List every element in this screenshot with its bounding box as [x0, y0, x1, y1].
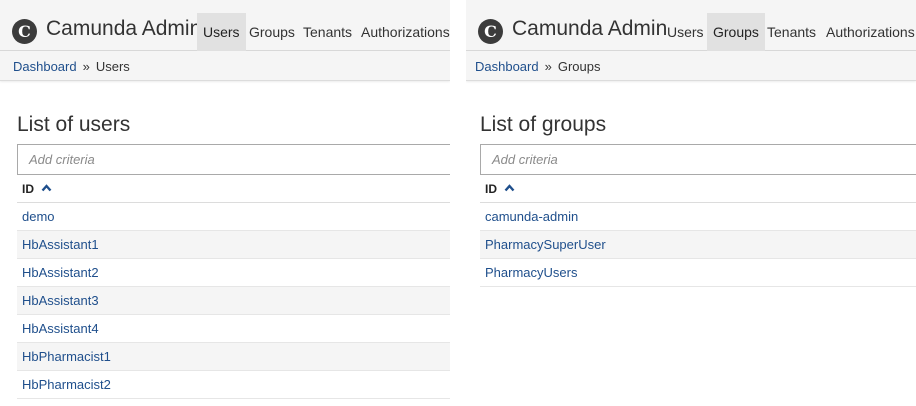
- row-id-link[interactable]: HbAssistant2: [22, 265, 99, 280]
- breadcrumb: Dashboard » Groups: [475, 59, 600, 74]
- chevron-up-icon[interactable]: [41, 184, 52, 192]
- breadcrumb-bar: Dashboard » Users: [0, 51, 450, 81]
- navbar: C Camunda Admin Users Groups Tenants Aut…: [466, 0, 916, 51]
- row-id-link[interactable]: PharmacyUsers: [485, 265, 577, 280]
- row-id-link[interactable]: HbPharmacist1: [22, 349, 111, 364]
- breadcrumb: Dashboard » Users: [13, 59, 130, 74]
- table-row: PharmacyUsers: [480, 259, 916, 287]
- table-row: HbAssistant3: [17, 287, 450, 315]
- row-id-link[interactable]: camunda-admin: [485, 209, 578, 224]
- nav-groups[interactable]: Groups: [707, 13, 765, 51]
- table-row: HbAssistant1: [17, 231, 450, 259]
- navbar: C Camunda Admin Users Groups Tenants Aut…: [0, 0, 450, 51]
- row-id-link[interactable]: demo: [22, 209, 55, 224]
- breadcrumb-dashboard-link[interactable]: Dashboard: [475, 59, 539, 74]
- nav-users[interactable]: Users: [661, 13, 710, 51]
- users-panel: C Camunda Admin Users Groups Tenants Aut…: [0, 0, 450, 406]
- row-id-link[interactable]: HbPharmacist2: [22, 377, 111, 392]
- breadcrumb-current: Users: [95, 59, 130, 74]
- nav-users[interactable]: Users: [197, 13, 246, 51]
- nav-authorizations[interactable]: Authorizations: [820, 13, 916, 51]
- camunda-logo-icon[interactable]: C: [12, 19, 37, 44]
- page-title: List of users: [17, 113, 131, 136]
- breadcrumb-separator: »: [82, 59, 90, 74]
- brand-title[interactable]: Camunda Admin: [512, 17, 667, 41]
- table-row: PharmacySuperUser: [480, 231, 916, 259]
- table-row: HbPharmacist2: [17, 371, 450, 399]
- chevron-up-icon[interactable]: [504, 184, 515, 192]
- search-criteria-input[interactable]: Add criteria: [480, 144, 916, 175]
- breadcrumb-dashboard-link[interactable]: Dashboard: [13, 59, 77, 74]
- nav-tenants[interactable]: Tenants: [761, 13, 822, 51]
- search-criteria-input[interactable]: Add criteria: [17, 144, 450, 175]
- id-column-header[interactable]: ID: [17, 176, 450, 203]
- table-row: camunda-admin: [480, 203, 916, 231]
- id-column-label: ID: [22, 182, 34, 196]
- row-id-link[interactable]: HbAssistant4: [22, 321, 99, 336]
- users-table: ID demo HbAssistant1 HbAssistant2 HbAssista…: [17, 176, 450, 399]
- groups-table: ID camunda-admin PharmacySuperUser Pharmac…: [480, 176, 916, 287]
- row-id-link[interactable]: HbAssistant3: [22, 293, 99, 308]
- table-row: HbAssistant4: [17, 315, 450, 343]
- nav-groups[interactable]: Groups: [243, 13, 301, 51]
- nav-authorizations[interactable]: Authorizations: [355, 13, 450, 51]
- id-column-header[interactable]: ID: [480, 176, 916, 203]
- table-row: HbAssistant2: [17, 259, 450, 287]
- page-title: List of groups: [480, 113, 607, 136]
- id-column-label: ID: [485, 182, 497, 196]
- row-id-link[interactable]: PharmacySuperUser: [485, 237, 606, 252]
- table-row: HbPharmacist1: [17, 343, 450, 371]
- table-row: demo: [17, 203, 450, 231]
- nav-tenants[interactable]: Tenants: [297, 13, 358, 51]
- camunda-logo-icon[interactable]: C: [478, 19, 503, 44]
- breadcrumb-bar: Dashboard » Groups: [466, 51, 916, 81]
- breadcrumb-separator: »: [544, 59, 552, 74]
- row-id-link[interactable]: HbAssistant1: [22, 237, 99, 252]
- brand-title[interactable]: Camunda Admin: [46, 17, 201, 41]
- groups-panel: C Camunda Admin Users Groups Tenants Aut…: [466, 0, 916, 406]
- breadcrumb-current: Groups: [557, 59, 601, 74]
